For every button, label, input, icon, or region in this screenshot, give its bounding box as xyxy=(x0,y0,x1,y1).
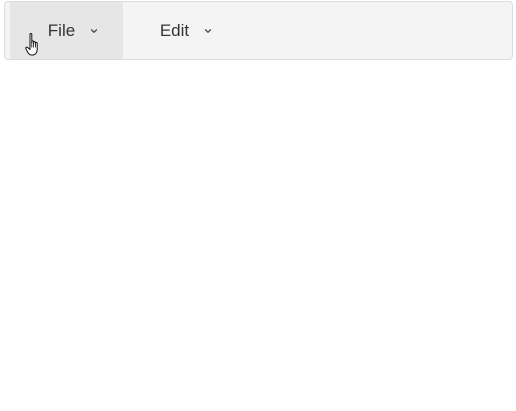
chevron-down-icon xyxy=(91,28,98,33)
menu-file[interactable]: File xyxy=(10,2,123,59)
menu-edit[interactable]: Edit xyxy=(123,2,236,59)
menu-bar: File Edit xyxy=(4,1,513,60)
chevron-down-icon xyxy=(204,28,212,33)
menu-file-label: File xyxy=(47,21,76,40)
menu-edit-label: Edit xyxy=(159,21,190,40)
